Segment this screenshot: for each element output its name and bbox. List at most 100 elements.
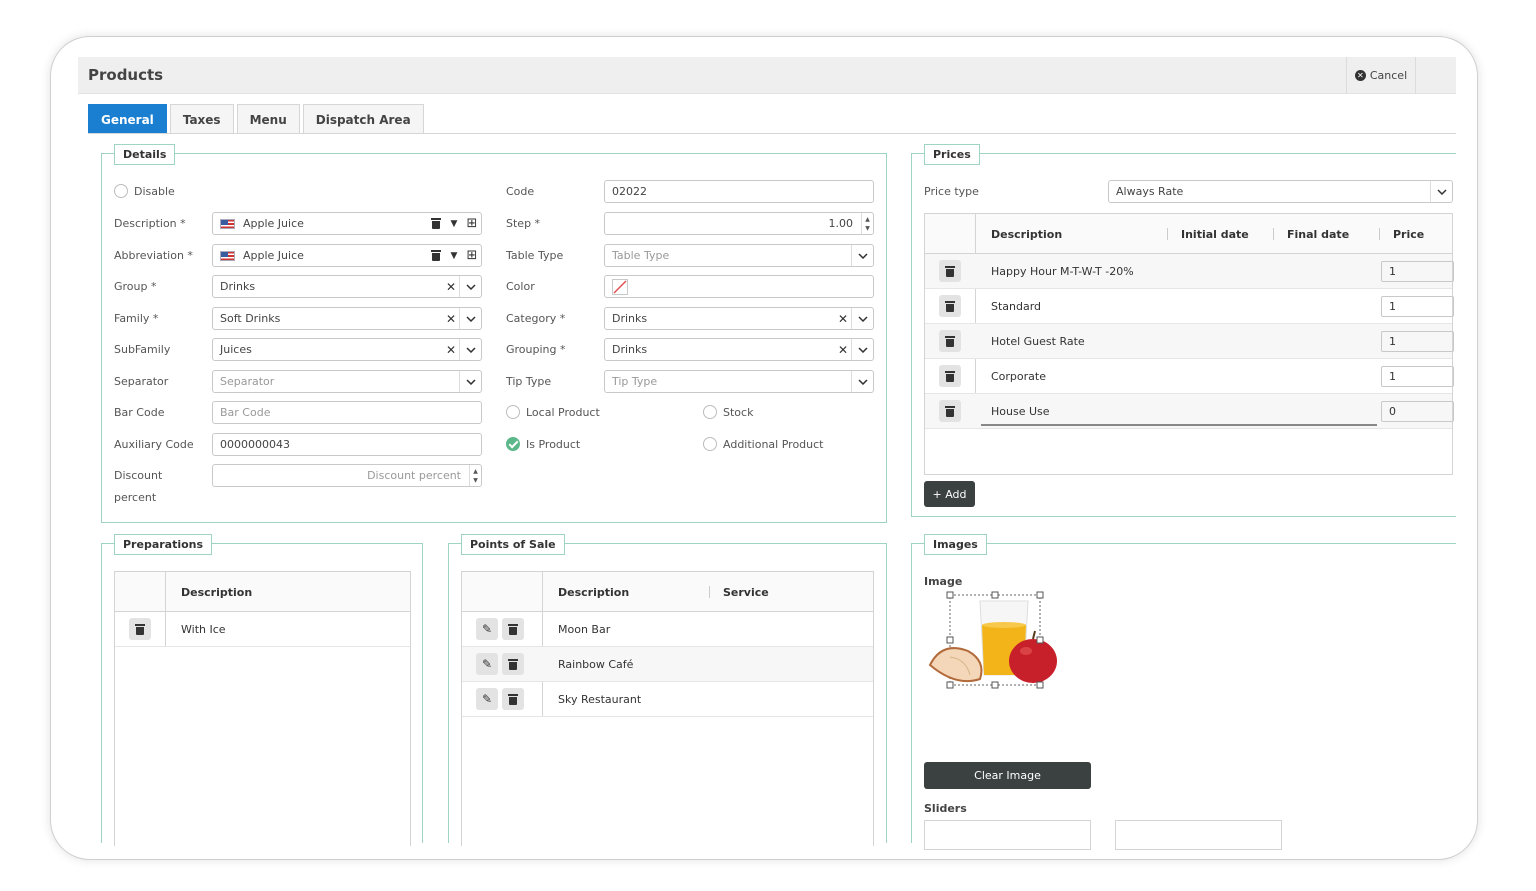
slider-box-2[interactable] bbox=[1115, 820, 1282, 850]
col-initial-date[interactable]: Initial date bbox=[1181, 228, 1249, 241]
tiptype-select[interactable]: Tip Type bbox=[604, 370, 874, 393]
slider-box-1[interactable] bbox=[924, 820, 1091, 850]
edit-row-button[interactable]: ✎ bbox=[476, 618, 498, 640]
stock-checkbox[interactable] bbox=[703, 405, 717, 419]
edit-row-button[interactable]: ✎ bbox=[476, 688, 498, 710]
delete-row-button[interactable] bbox=[502, 653, 524, 675]
col-description[interactable]: Description bbox=[558, 586, 629, 599]
delete-row-button[interactable] bbox=[502, 618, 524, 640]
disable-checkbox[interactable] bbox=[114, 184, 128, 198]
spinner-icon[interactable]: ▲ ▼ bbox=[469, 465, 481, 486]
chevron-down-icon[interactable] bbox=[1430, 181, 1452, 202]
delete-row-button[interactable] bbox=[939, 295, 961, 317]
details-panel: Details Disable Description * Apple Juic… bbox=[101, 144, 887, 523]
chevron-down-icon[interactable] bbox=[851, 371, 873, 392]
auxcode-input[interactable]: 0000000043 bbox=[212, 433, 482, 456]
chevron-down-icon[interactable] bbox=[851, 308, 873, 329]
discount-input[interactable]: Discount percent ▲ ▼ bbox=[212, 464, 482, 487]
chevron-down-icon[interactable] bbox=[459, 371, 481, 392]
trash-icon bbox=[508, 623, 518, 635]
table-row: Hotel Guest Rate 1 bbox=[925, 324, 1454, 359]
family-select[interactable]: Soft Drinks ✕ bbox=[212, 307, 482, 330]
clear-icon[interactable]: ✕ bbox=[835, 312, 851, 326]
us-flag-icon bbox=[220, 218, 235, 229]
abbreviation-label: Abbreviation * bbox=[114, 249, 193, 262]
is-product-checkbox[interactable] bbox=[506, 437, 520, 451]
group-select[interactable]: Drinks ✕ bbox=[212, 275, 482, 298]
col-final-date[interactable]: Final date bbox=[1287, 228, 1349, 241]
trash-icon bbox=[945, 265, 955, 277]
row-description: With Ice bbox=[181, 623, 226, 636]
clear-image-button[interactable]: Clear Image bbox=[924, 762, 1091, 789]
color-picker[interactable] bbox=[604, 275, 874, 298]
col-description[interactable]: Description bbox=[181, 586, 252, 599]
row-description: Moon Bar bbox=[558, 623, 611, 636]
col-service[interactable]: Service bbox=[723, 586, 769, 599]
description-field[interactable]: Apple Juice ▼ ⊞ bbox=[212, 212, 482, 235]
local-product-label: Local Product bbox=[526, 406, 600, 419]
clear-icon[interactable]: ✕ bbox=[835, 343, 851, 357]
chevron-down-icon[interactable] bbox=[851, 245, 873, 266]
product-image[interactable] bbox=[928, 589, 1068, 689]
caret-down-icon[interactable]: ▼ bbox=[445, 245, 463, 266]
tab-menu[interactable]: Menu bbox=[236, 104, 300, 134]
chevron-down-icon[interactable] bbox=[459, 276, 481, 297]
trash-icon[interactable] bbox=[427, 245, 445, 266]
clear-icon[interactable]: ✕ bbox=[443, 312, 459, 326]
price-type-select[interactable]: Always Rate bbox=[1108, 180, 1453, 203]
abbreviation-field[interactable]: Apple Juice ▼ ⊞ bbox=[212, 244, 482, 267]
separator-label: Separator bbox=[114, 375, 169, 388]
tab-dispatch-area[interactable]: Dispatch Area bbox=[302, 104, 424, 134]
barcode-input[interactable]: Bar Code bbox=[212, 401, 482, 424]
col-description[interactable]: Description bbox=[991, 228, 1062, 241]
cancel-button[interactable]: ✕ Cancel bbox=[1346, 57, 1416, 94]
separator-select[interactable]: Separator bbox=[212, 370, 482, 393]
delete-row-button[interactable] bbox=[129, 618, 151, 640]
tabletype-select[interactable]: Table Type bbox=[604, 244, 874, 267]
tab-taxes[interactable]: Taxes bbox=[169, 104, 234, 134]
price-input[interactable]: 1 bbox=[1381, 296, 1454, 317]
clear-icon[interactable]: ✕ bbox=[443, 280, 459, 294]
chevron-down-icon[interactable] bbox=[851, 339, 873, 360]
price-input[interactable]: 1 bbox=[1381, 331, 1454, 352]
local-product-checkbox[interactable] bbox=[506, 405, 520, 419]
delete-row-button[interactable] bbox=[939, 260, 961, 282]
chevron-down-icon[interactable] bbox=[459, 308, 481, 329]
category-select[interactable]: Drinks ✕ bbox=[604, 307, 874, 330]
col-price[interactable]: Price bbox=[1393, 228, 1424, 241]
family-value: Soft Drinks bbox=[220, 312, 281, 325]
edit-row-button[interactable]: ✎ bbox=[476, 653, 498, 675]
spinner-icon[interactable]: ▲ ▼ bbox=[861, 213, 873, 234]
plus-square-icon[interactable]: ⊞ bbox=[463, 245, 481, 266]
additional-product-checkbox[interactable] bbox=[703, 437, 717, 451]
grouping-select[interactable]: Drinks ✕ bbox=[604, 338, 874, 361]
trash-icon[interactable] bbox=[427, 213, 445, 234]
trash-icon bbox=[945, 370, 955, 382]
caret-down-icon[interactable]: ▼ bbox=[445, 213, 463, 234]
tab-general[interactable]: General bbox=[88, 104, 167, 134]
step-input[interactable]: 1.00 ▲ ▼ bbox=[604, 212, 874, 235]
plus-square-icon[interactable]: ⊞ bbox=[463, 213, 481, 234]
auxcode-label: Auxiliary Code bbox=[114, 438, 194, 451]
price-type-value: Always Rate bbox=[1116, 185, 1184, 198]
delete-row-button[interactable] bbox=[939, 365, 961, 387]
page-title: Products bbox=[88, 66, 164, 84]
subfamily-label: SubFamily bbox=[114, 343, 171, 356]
additional-product-label: Additional Product bbox=[723, 438, 824, 451]
add-price-button[interactable]: + Add bbox=[924, 481, 975, 507]
trash-icon bbox=[945, 405, 955, 417]
price-input[interactable]: 1 bbox=[1381, 261, 1454, 282]
chevron-down-icon[interactable] bbox=[459, 339, 481, 360]
code-input[interactable]: 02022 bbox=[604, 180, 874, 203]
clear-icon[interactable]: ✕ bbox=[443, 343, 459, 357]
no-color-swatch-icon bbox=[612, 278, 628, 295]
price-input[interactable]: 0 bbox=[1381, 401, 1454, 422]
apple-juice-picture bbox=[928, 591, 1057, 689]
price-input[interactable]: 1 bbox=[1381, 366, 1454, 387]
delete-row-button[interactable] bbox=[502, 688, 524, 710]
points-of-sale-table-header: Description Service bbox=[462, 572, 873, 612]
subfamily-select[interactable]: Juices ✕ bbox=[212, 338, 482, 361]
delete-row-button[interactable] bbox=[939, 400, 961, 422]
group-label: Group * bbox=[114, 280, 157, 293]
delete-row-button[interactable] bbox=[939, 330, 961, 352]
